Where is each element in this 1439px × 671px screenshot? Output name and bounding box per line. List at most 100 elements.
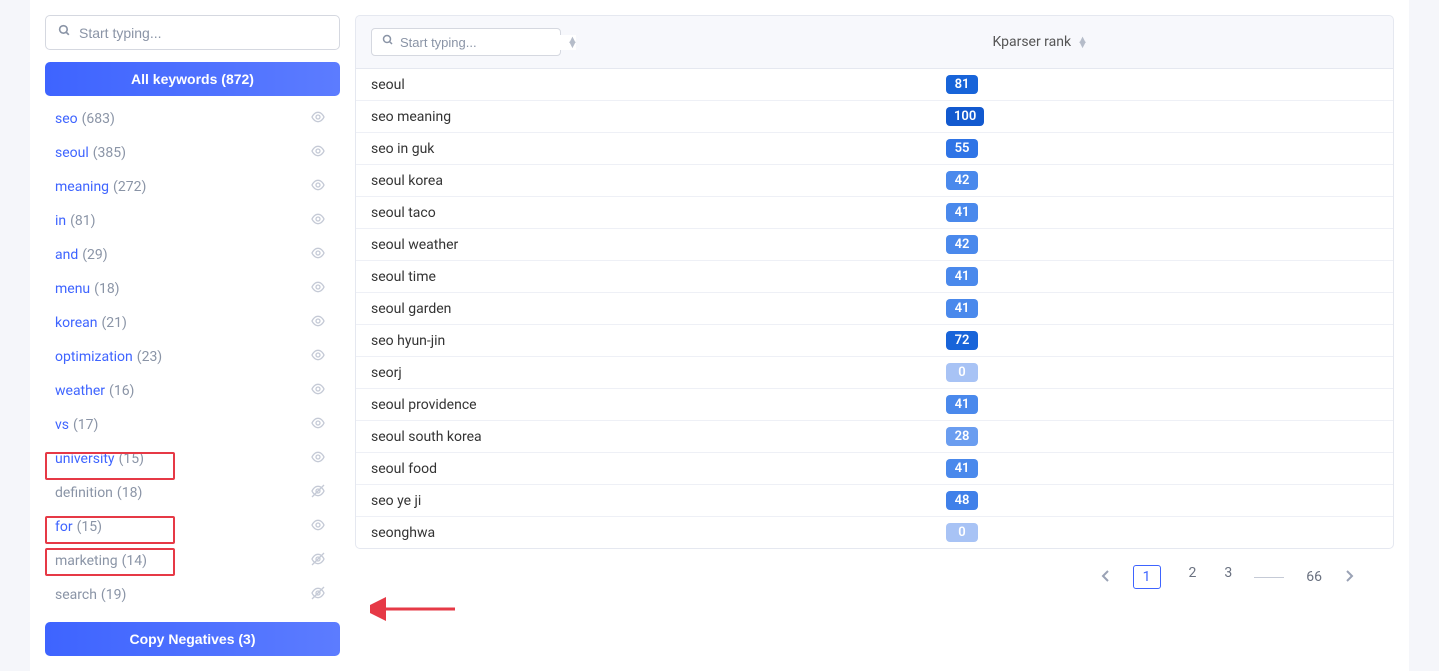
sidebar-item[interactable]: seo(683) — [45, 102, 332, 136]
rank-column-header[interactable]: Kparser rank ▲▼ — [992, 34, 1088, 50]
eye-icon[interactable] — [309, 211, 327, 231]
eye-icon[interactable] — [309, 517, 327, 537]
rank-badge: 42 — [946, 235, 978, 254]
rank-badge: 0 — [946, 363, 978, 382]
rank-badge: 28 — [946, 427, 978, 446]
keyword-list: seo(683)seoul(385)meaning(272)in(81)and(… — [45, 102, 340, 612]
prev-page-icon[interactable] — [1101, 568, 1111, 587]
keyword-name[interactable]: seoul — [55, 145, 89, 161]
main-search[interactable] — [371, 28, 561, 56]
eye-icon[interactable] — [309, 347, 327, 367]
keyword-count: (17) — [73, 417, 98, 433]
eye-icon[interactable] — [309, 313, 327, 333]
keyword-count: (23) — [137, 349, 162, 365]
keyword-name[interactable]: marketing — [55, 553, 118, 569]
rank-badge: 48 — [946, 491, 978, 510]
keyword-count: (683) — [82, 111, 115, 127]
sidebar-item[interactable]: meaning(272) — [45, 170, 332, 204]
copy-negatives-button[interactable]: Copy Negatives (3) — [45, 622, 340, 656]
table-row[interactable]: seoul providence41 — [356, 389, 1393, 421]
sidebar-item[interactable]: for(15) — [45, 510, 332, 544]
sidebar-item[interactable]: university(15) — [45, 442, 332, 476]
page-number[interactable]: 3 — [1224, 565, 1232, 589]
table-body: seoul81seo meaning100seo in guk55seoul k… — [355, 69, 1394, 549]
sidebar-search-input[interactable] — [79, 25, 327, 41]
table-row[interactable]: seo meaning100 — [356, 101, 1393, 133]
rank-badge: 41 — [946, 299, 978, 318]
keyword-name[interactable]: in — [55, 213, 66, 229]
table-row[interactable]: seo hyun-jin72 — [356, 325, 1393, 357]
keyword-name[interactable]: for — [55, 519, 73, 535]
rank-badge: 41 — [946, 267, 978, 286]
sidebar-item[interactable]: weather(16) — [45, 374, 332, 408]
sidebar-item[interactable]: menu(18) — [45, 272, 332, 306]
keyword-name[interactable]: optimization — [55, 349, 133, 365]
sidebar-item[interactable]: marketing(14) — [45, 544, 332, 578]
keyword-name[interactable]: vs — [55, 417, 69, 433]
eye-icon[interactable] — [309, 449, 327, 469]
pagination-divider — [1254, 577, 1284, 578]
table-row[interactable]: seoul taco41 — [356, 197, 1393, 229]
sidebar-item[interactable]: optimization(23) — [45, 340, 332, 374]
keyword-name[interactable]: weather — [55, 383, 105, 399]
sidebar-item[interactable]: korean(21) — [45, 306, 332, 340]
eye-icon[interactable] — [309, 143, 327, 163]
sidebar-item[interactable]: and(29) — [45, 238, 332, 272]
page-number[interactable]: 2 — [1189, 565, 1197, 589]
keyword-count: (21) — [101, 315, 126, 331]
pagination: 1 2 3 66 — [355, 549, 1394, 589]
eye-icon[interactable] — [309, 279, 327, 299]
table-row[interactable]: seoul korea42 — [356, 165, 1393, 197]
rank-badge: 41 — [946, 395, 978, 414]
keyword-name[interactable]: definition — [55, 485, 113, 501]
sidebar-search[interactable] — [45, 15, 340, 50]
table-row[interactable]: seoul time41 — [356, 261, 1393, 293]
all-keywords-button[interactable]: All keywords (872) — [45, 62, 340, 96]
table-row[interactable]: seoul81 — [356, 69, 1393, 101]
table-row[interactable]: seoul food41 — [356, 453, 1393, 485]
table-row[interactable]: seoul weather42 — [356, 229, 1393, 261]
sort-icon[interactable]: ▲▼ — [1077, 37, 1088, 47]
table-row[interactable]: seo ye ji48 — [356, 485, 1393, 517]
eye-icon[interactable] — [309, 245, 327, 265]
eye-icon[interactable] — [309, 109, 327, 129]
page-number[interactable]: 1 — [1133, 565, 1161, 589]
table-row[interactable]: seonghwa0 — [356, 517, 1393, 548]
eye-icon[interactable] — [309, 177, 327, 197]
main-search-input[interactable] — [400, 35, 576, 50]
keyword-name[interactable]: korean — [55, 315, 97, 331]
last-page[interactable]: 66 — [1306, 569, 1322, 585]
eye-icon[interactable] — [309, 415, 327, 435]
sort-icon[interactable]: ▲▼ — [567, 37, 578, 47]
table-row[interactable]: seoul south korea28 — [356, 421, 1393, 453]
table-row[interactable]: seorj0 — [356, 357, 1393, 389]
sidebar-item[interactable]: vs(17) — [45, 408, 332, 442]
keyword-name[interactable]: and — [55, 247, 78, 263]
search-icon — [382, 34, 394, 50]
keyword-count: (18) — [117, 485, 142, 501]
rank-header-label: Kparser rank — [992, 34, 1071, 50]
eye-icon[interactable] — [309, 381, 327, 401]
eye-off-icon[interactable] — [309, 551, 327, 571]
eye-off-icon[interactable] — [309, 585, 327, 605]
next-page-icon[interactable] — [1344, 568, 1354, 587]
keyword-count: (14) — [122, 553, 147, 569]
search-icon — [58, 24, 71, 41]
keyword-name[interactable]: university — [55, 451, 115, 467]
keyword-count: (18) — [94, 281, 119, 297]
table-header: ▲▼ Kparser rank ▲▼ — [355, 15, 1394, 69]
table-row[interactable]: seoul garden41 — [356, 293, 1393, 325]
keyword-name[interactable]: search — [55, 587, 97, 603]
keyword-name[interactable]: meaning — [55, 179, 109, 195]
sidebar-item[interactable]: definition(18) — [45, 476, 332, 510]
keyword-count: (272) — [113, 179, 146, 195]
keyword-name[interactable]: seo — [55, 111, 78, 127]
keyword-count: (15) — [77, 519, 102, 535]
sidebar-item[interactable]: seoul(385) — [45, 136, 332, 170]
rank-badge: 41 — [946, 459, 978, 478]
sidebar-item[interactable]: search(19) — [45, 578, 332, 612]
eye-off-icon[interactable] — [309, 483, 327, 503]
keyword-name[interactable]: menu — [55, 281, 90, 297]
sidebar-item[interactable]: in(81) — [45, 204, 332, 238]
table-row[interactable]: seo in guk55 — [356, 133, 1393, 165]
